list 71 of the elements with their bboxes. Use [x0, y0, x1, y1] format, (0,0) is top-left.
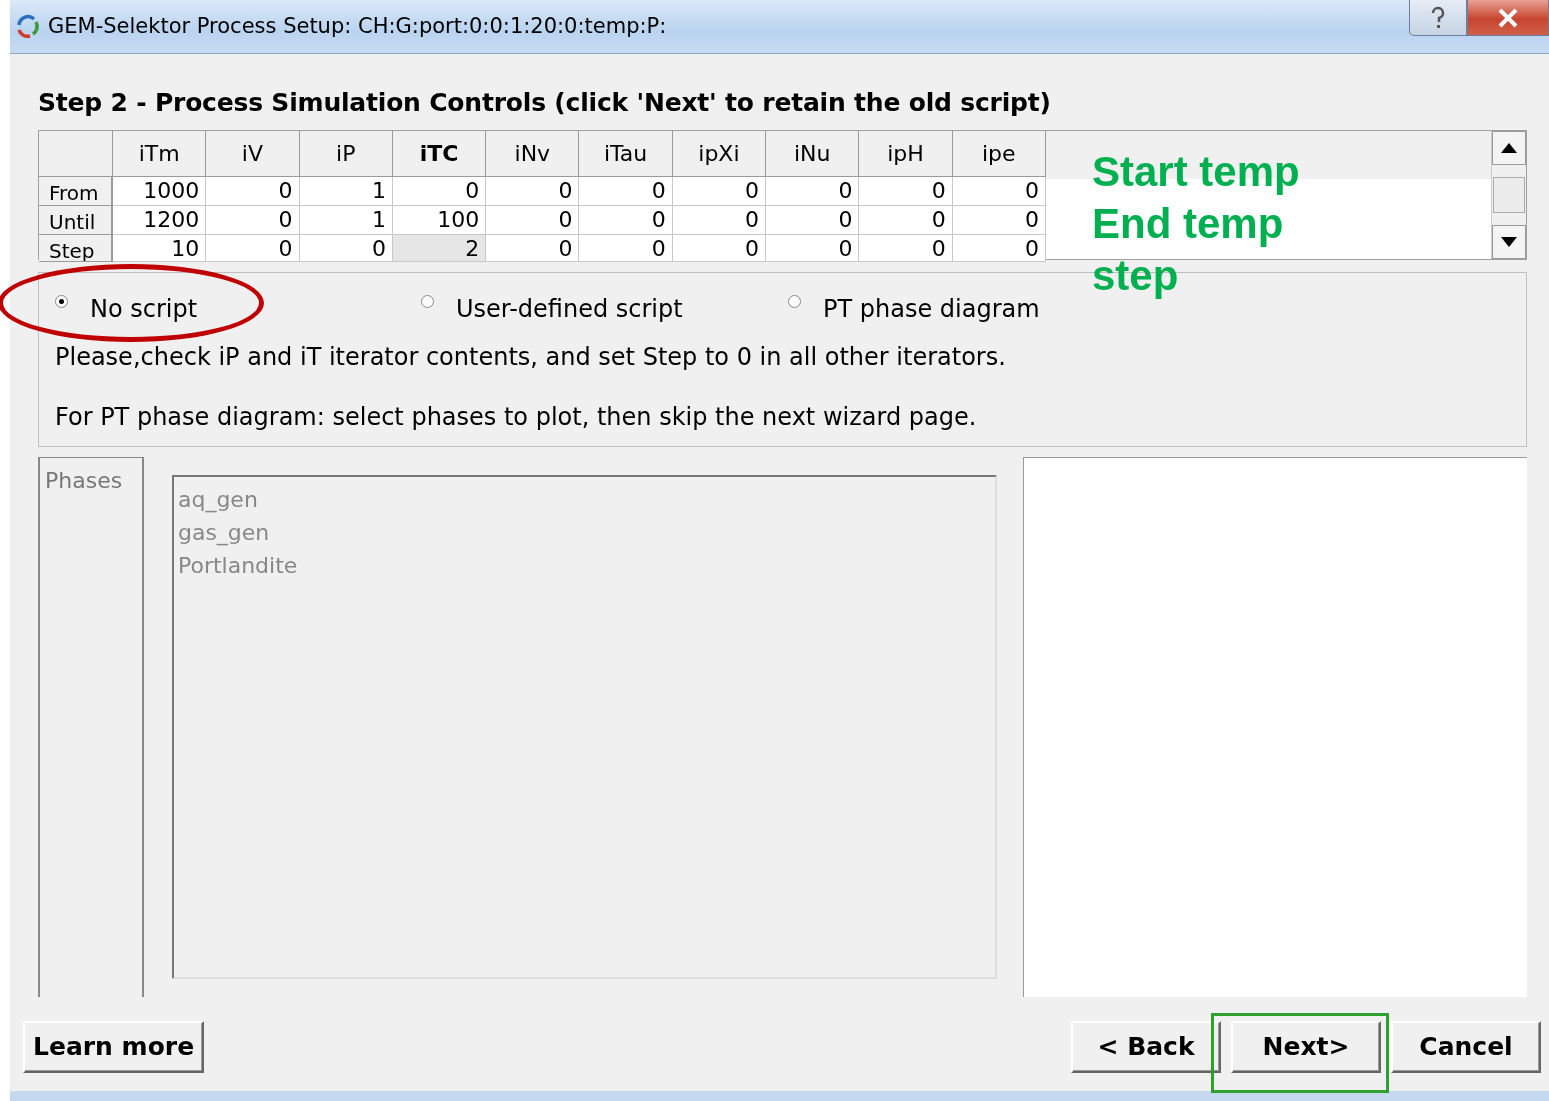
table-cell[interactable]: 0	[486, 205, 580, 235]
column-header[interactable]: iP	[299, 130, 393, 177]
column-header[interactable]: iNv	[486, 130, 580, 177]
radio-button[interactable]	[788, 295, 801, 308]
table-cell[interactable]: 0	[206, 234, 300, 262]
table-cell[interactable]: 0	[206, 176, 300, 206]
phases-label: Phases	[38, 456, 144, 997]
column-header[interactable]: iNu	[766, 130, 860, 177]
table-cell[interactable]: 2	[392, 234, 487, 262]
up-arrow-icon	[1501, 142, 1517, 153]
table-cell[interactable]: 0	[579, 176, 673, 206]
help-icon	[1429, 5, 1447, 30]
annotation-text: step	[1092, 251, 1180, 301]
table-cell[interactable]: 0	[952, 234, 1046, 262]
table-cell[interactable]: 10	[113, 234, 207, 262]
table-cell[interactable]: 0	[766, 234, 860, 262]
back-button[interactable]: < Back	[1071, 1020, 1221, 1073]
table-cell[interactable]: 100	[392, 205, 487, 235]
scroll-thumb[interactable]	[1493, 176, 1525, 213]
column-header[interactable]: ipXi	[672, 130, 767, 177]
table-cell[interactable]: 1	[299, 176, 393, 206]
table-cell[interactable]: 1	[299, 205, 393, 235]
instruction-text: For PT phase diagram: select phases to plot, then skip the next wizard page.	[55, 401, 978, 433]
table-cell[interactable]: 1200	[113, 205, 207, 235]
scrollbar[interactable]	[1491, 130, 1526, 259]
column-header[interactable]: ipH	[859, 130, 953, 177]
table-cell[interactable]: 1000	[113, 176, 207, 206]
row-header[interactable]: From	[39, 176, 113, 206]
table-cell[interactable]: 0	[579, 234, 673, 262]
table-cell[interactable]: 0	[392, 176, 487, 206]
table-cell[interactable]: 0	[486, 234, 580, 262]
table-cell[interactable]: 0	[766, 205, 860, 235]
annotation-text: End temp	[1092, 199, 1285, 249]
cancel-button[interactable]: Cancel	[1391, 1020, 1541, 1073]
radio-label[interactable]: PT phase diagram	[823, 290, 1040, 327]
instruction-text: Please,check iP and iT iterator contents, and set Step to 0 in all other iterators.	[55, 341, 1007, 373]
table-cell[interactable]: 0	[486, 176, 580, 206]
annotation-text: Start temp	[1092, 147, 1300, 197]
table-cell[interactable]: 0	[859, 234, 953, 262]
radio-button[interactable]	[421, 295, 434, 308]
column-header[interactable]: iTC	[392, 130, 487, 177]
scroll-down-button[interactable]	[1492, 224, 1526, 259]
radio-button[interactable]	[55, 295, 68, 308]
down-arrow-icon	[1501, 236, 1517, 247]
column-header[interactable]: iTau	[579, 130, 673, 177]
table-cell[interactable]: 0	[859, 176, 953, 206]
table-cell[interactable]: 0	[672, 234, 767, 262]
radio-label[interactable]: User-defined script	[456, 290, 683, 327]
column-header[interactable]: iV	[206, 130, 300, 177]
table-cell[interactable]: 0	[299, 234, 393, 262]
table-cell[interactable]: 0	[579, 205, 673, 235]
learn-more-button[interactable]: Learn more	[23, 1020, 205, 1073]
table-cell[interactable]: 0	[672, 176, 767, 206]
step-heading: Step 2 - Process Simulation Controls (click 'Next' to retain the old script)	[38, 87, 1052, 119]
column-header[interactable]: iTm	[113, 130, 207, 177]
table-cell[interactable]: 0	[952, 205, 1046, 235]
column-header[interactable]: ipe	[952, 130, 1046, 177]
table-cell[interactable]: 0	[672, 205, 767, 235]
row-header[interactable]: Until	[39, 205, 113, 235]
table-cell[interactable]: 0	[952, 176, 1046, 206]
table-cell[interactable]: 0	[206, 205, 300, 235]
close-icon	[1496, 6, 1520, 29]
close-button[interactable]	[1467, 0, 1549, 36]
table-cell[interactable]: 0	[859, 205, 953, 235]
table-cell[interactable]: 0	[766, 176, 860, 206]
help-button[interactable]	[1409, 0, 1467, 36]
next-button[interactable]: Next>	[1231, 1020, 1381, 1073]
radio-label[interactable]: No script	[90, 290, 198, 327]
window-title: GEM-Selektor Process Setup: CH:G:port:0:0:1:20:0:temp:P:	[48, 12, 667, 40]
refresh-arrows-icon	[14, 12, 42, 41]
scroll-up-button[interactable]	[1492, 130, 1526, 165]
